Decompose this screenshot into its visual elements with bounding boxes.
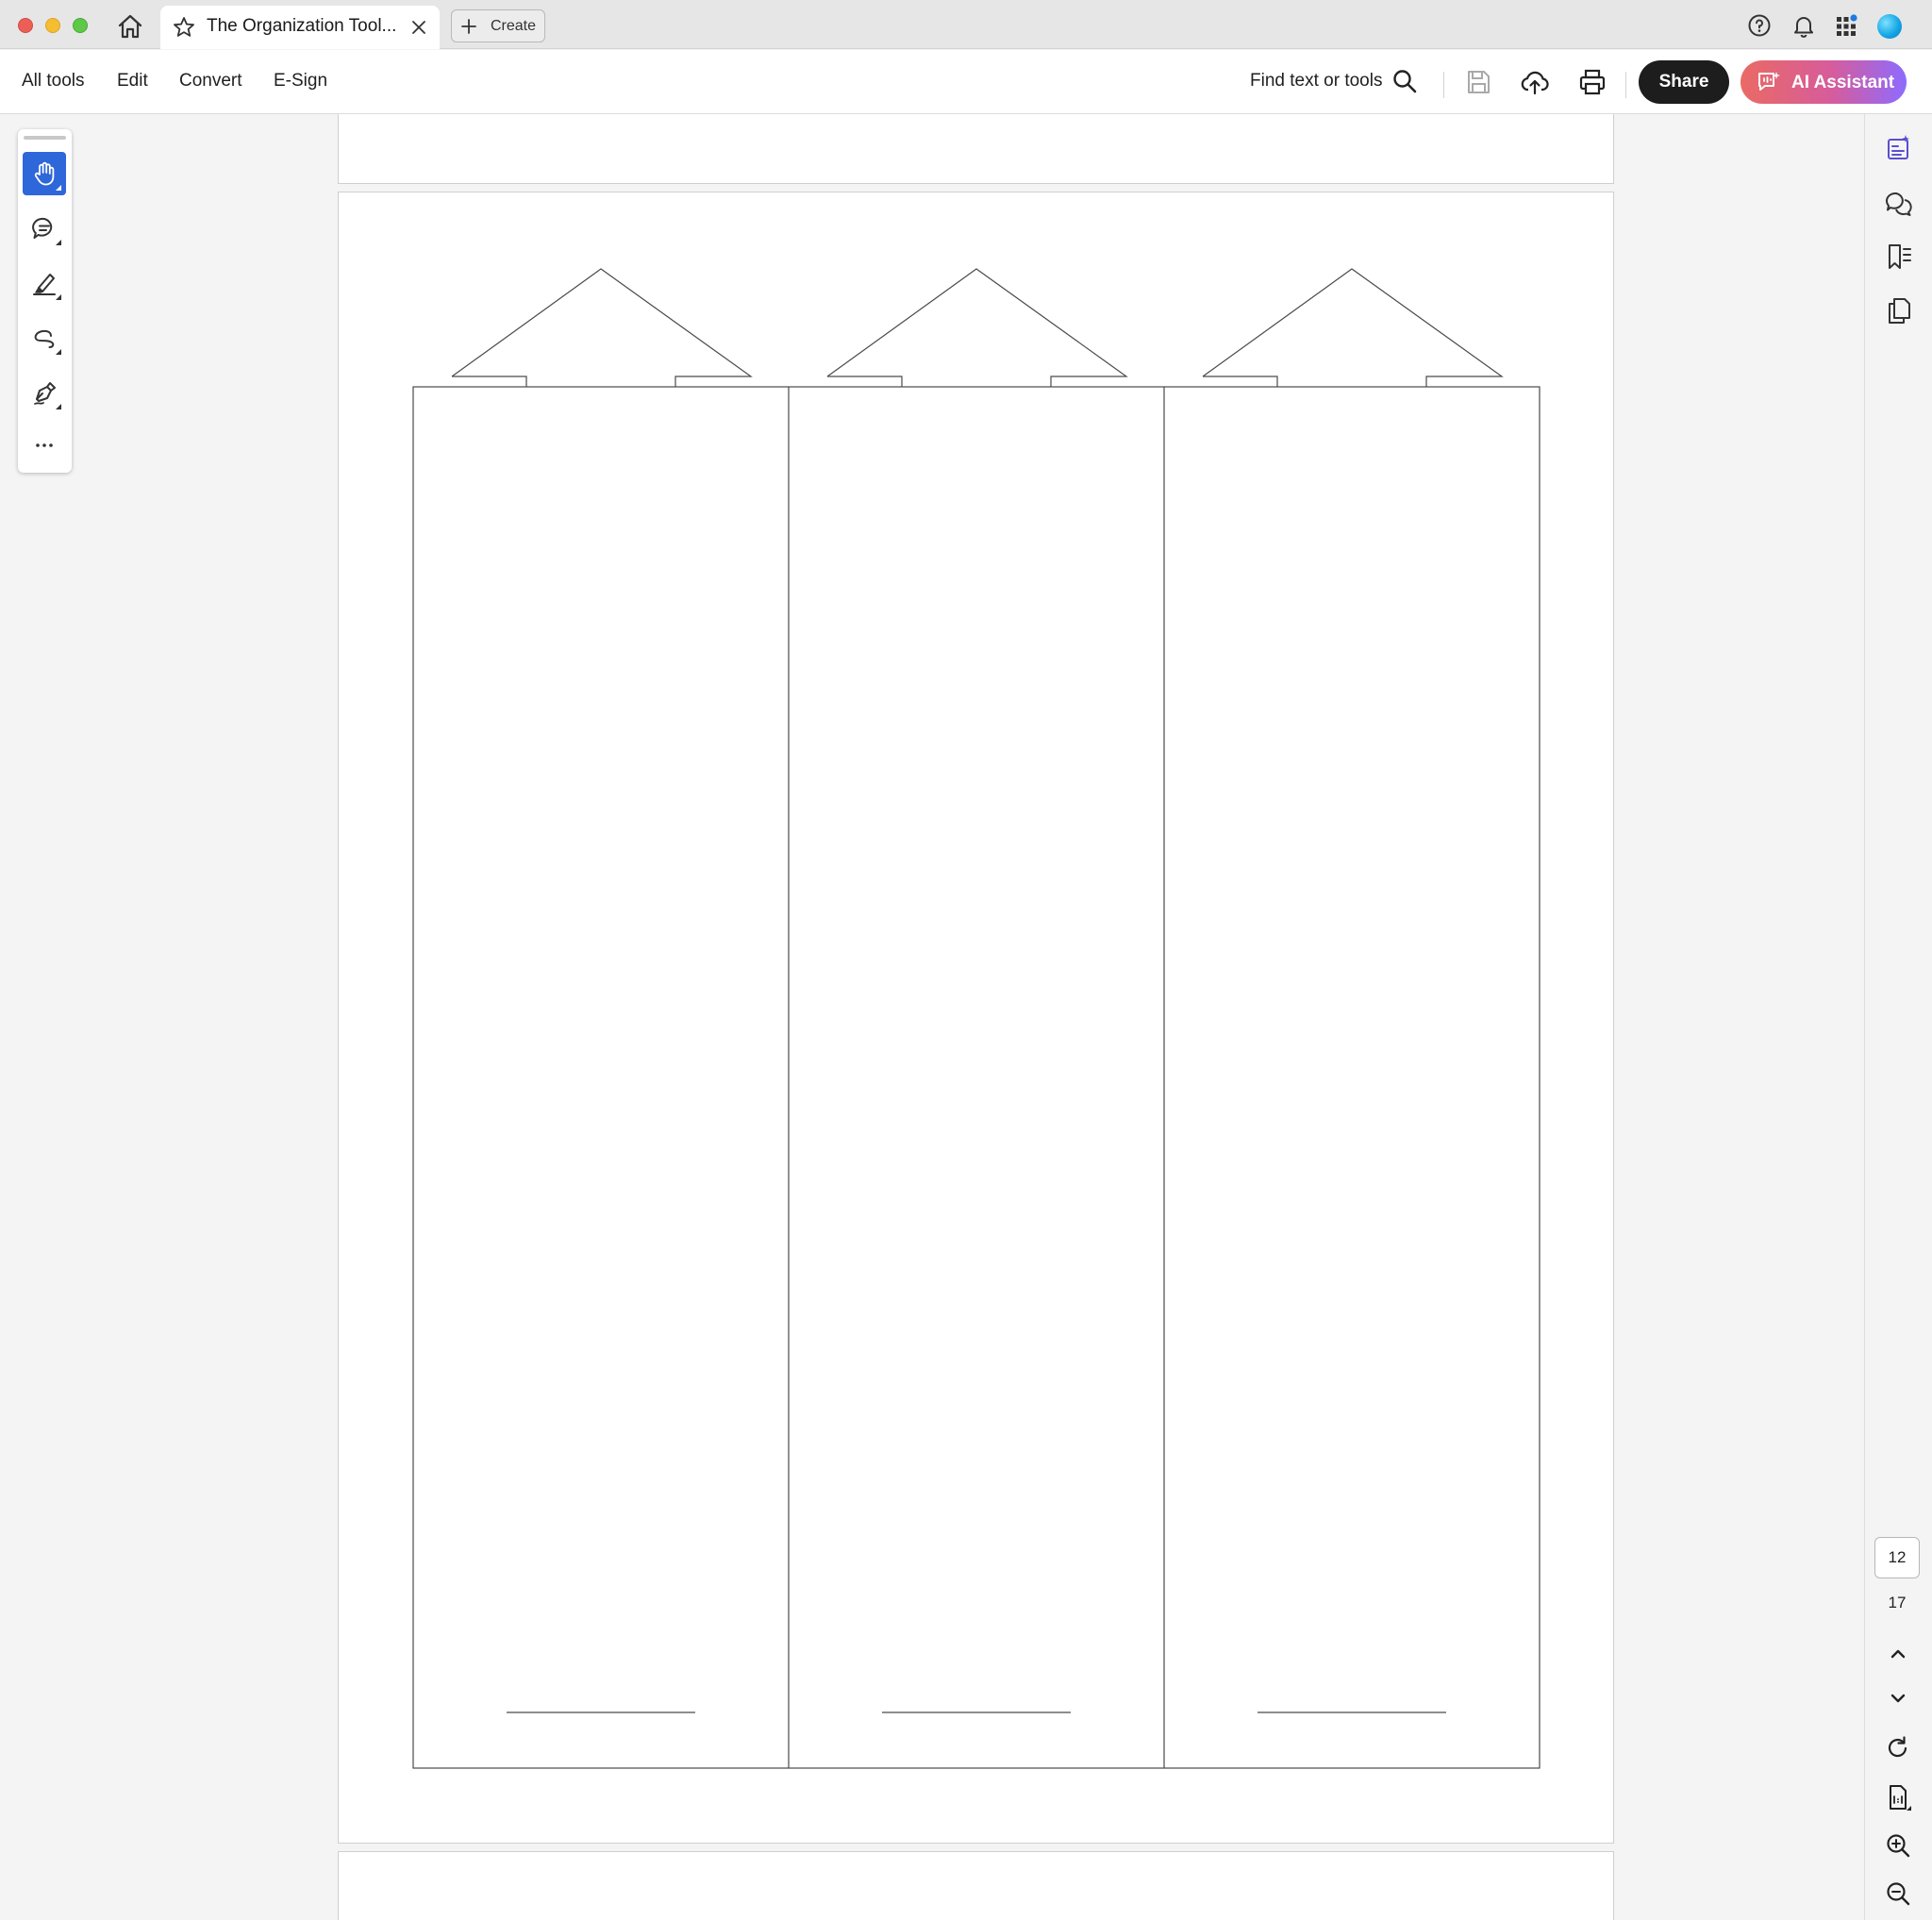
right-side-panel: 12 17	[1864, 114, 1932, 1920]
quick-tools-panel	[18, 129, 72, 473]
help-icon[interactable]	[1746, 12, 1773, 39]
ai-assistant-label: AI Assistant	[1791, 73, 1895, 92]
create-label: Create	[491, 18, 537, 34]
close-icon[interactable]	[409, 18, 428, 37]
zoom-in-icon[interactable]	[1884, 1831, 1912, 1860]
zoom-out-icon[interactable]	[1884, 1879, 1912, 1908]
menu-edit[interactable]: Edit	[117, 71, 148, 92]
submenu-indicator	[56, 294, 61, 300]
submenu-indicator	[56, 240, 61, 245]
hand-icon	[34, 161, 55, 186]
more-icon	[36, 443, 53, 447]
roof-tab-1	[451, 268, 753, 387]
rotate-icon[interactable]	[1884, 1734, 1912, 1762]
document-tab[interactable]: The Organization Tool...	[160, 6, 440, 49]
window-minimize-button[interactable]	[45, 18, 60, 33]
document-properties-icon[interactable]	[1884, 133, 1914, 163]
roof-tab-2	[826, 268, 1128, 387]
menu-e-sign[interactable]: E-Sign	[274, 71, 327, 92]
toolbar-divider	[1443, 72, 1444, 98]
ai-assistant-icon	[1758, 72, 1780, 91]
pdf-page-next	[338, 1851, 1614, 1920]
window-maximize-button[interactable]	[73, 18, 88, 33]
title-bar: The Organization Tool... Create	[0, 0, 1932, 49]
organizer-frame	[412, 386, 1541, 1769]
submenu-indicator	[56, 404, 61, 409]
submenu-indicator	[56, 349, 61, 355]
main-toolbar: All tools Edit Convert E-Sign Find text …	[0, 50, 1932, 114]
bell-icon[interactable]	[1790, 12, 1817, 39]
hand-tool-button[interactable]	[23, 152, 66, 195]
create-button[interactable]: Create	[451, 9, 545, 42]
toolbar-divider	[1625, 72, 1626, 98]
comment-icon	[32, 217, 53, 239]
page-thumbnails-icon[interactable]	[1884, 295, 1914, 326]
more-tools-button[interactable]	[23, 424, 66, 467]
sign-tool-button[interactable]	[23, 371, 66, 414]
menu-all-tools[interactable]: All tools	[22, 71, 85, 92]
apps-grid-icon[interactable]	[1834, 12, 1860, 39]
highlighter-icon	[33, 274, 56, 295]
drag-handle[interactable]	[24, 136, 66, 140]
actual-size-icon[interactable]	[1884, 1783, 1912, 1811]
draw-tool-button[interactable]	[23, 316, 66, 359]
ai-assistant-button[interactable]: AI Assistant	[1740, 60, 1907, 104]
chevron-up-icon[interactable]	[1884, 1640, 1912, 1668]
cloud-upload-icon[interactable]	[1519, 66, 1551, 98]
find-text-or-tools[interactable]: Find text or tools	[1250, 71, 1382, 92]
plus-icon	[461, 19, 476, 34]
print-icon[interactable]	[1576, 66, 1608, 98]
bookmark-icon[interactable]	[1884, 242, 1914, 272]
total-pages: 17	[1888, 1594, 1907, 1611]
roof-tab-2-left-notch	[827, 376, 903, 387]
roof-tab-3-left-notch	[1203, 376, 1278, 387]
home-icon[interactable]	[115, 11, 145, 42]
current-page-input[interactable]: 12	[1874, 1537, 1920, 1578]
organizer-template-drawing	[412, 268, 1541, 1769]
tab-title: The Organization Tool...	[207, 16, 397, 36]
share-button[interactable]: Share	[1639, 60, 1729, 104]
save-icon[interactable]	[1462, 66, 1494, 98]
comment-tool-button[interactable]	[23, 207, 66, 250]
chevron-down-icon[interactable]	[1884, 1684, 1912, 1712]
pdf-page-previous	[338, 114, 1614, 184]
roof-tab-1-left-notch	[452, 376, 527, 387]
pen-sign-icon	[34, 382, 56, 405]
highlight-tool-button[interactable]	[23, 261, 66, 305]
search-icon[interactable]	[1391, 68, 1418, 94]
roof-tab-3	[1202, 268, 1504, 387]
comments-panel-icon[interactable]	[1884, 189, 1914, 219]
menu-convert[interactable]: Convert	[179, 71, 242, 92]
pdf-page	[338, 192, 1614, 1844]
submenu-indicator	[56, 185, 61, 191]
star-icon[interactable]	[172, 15, 196, 40]
three-column-organizer	[412, 268, 1541, 1769]
avatar[interactable]	[1877, 14, 1902, 39]
window-close-button[interactable]	[18, 18, 33, 33]
freehand-draw-icon	[34, 329, 55, 348]
